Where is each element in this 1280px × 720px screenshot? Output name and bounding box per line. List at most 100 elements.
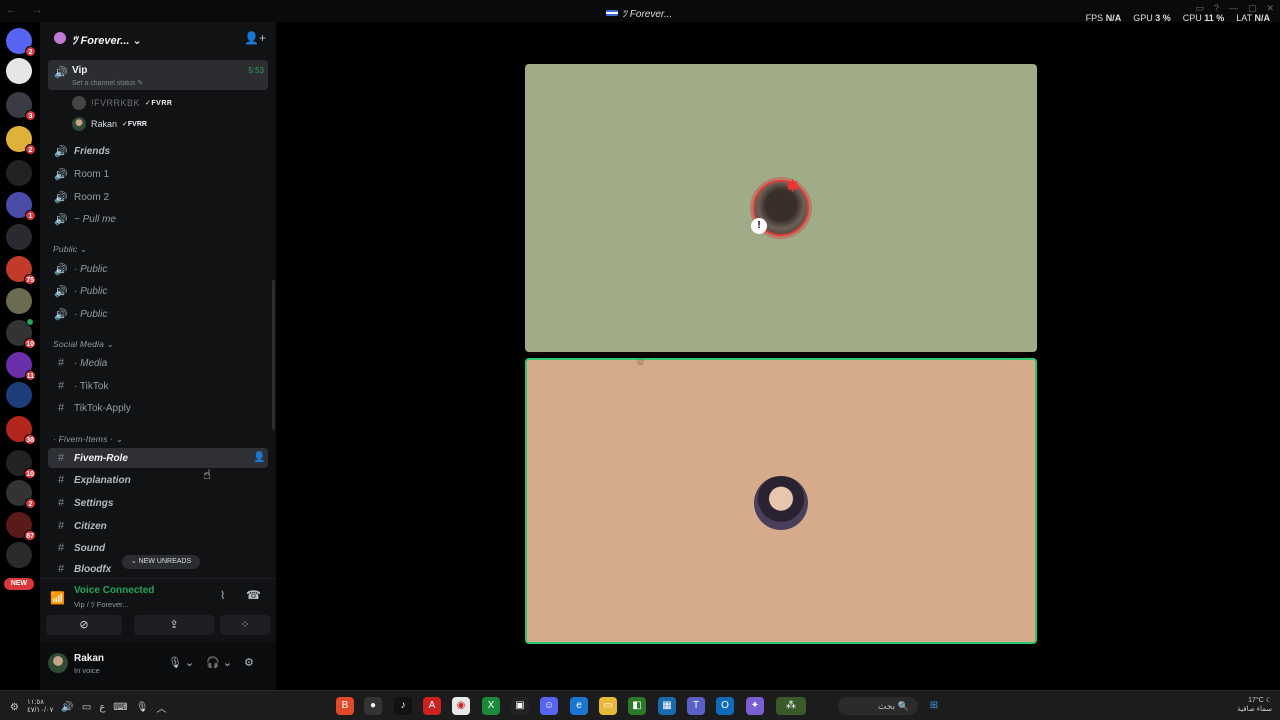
category-social-media[interactable]: Social Media ⌄ xyxy=(53,339,114,350)
guild-name: ﾂ Forever... ⌄ xyxy=(72,35,142,47)
voice-channel-public[interactable]: 🔊 · Public xyxy=(48,304,268,324)
server-icon[interactable]: 2 xyxy=(6,126,36,155)
brave-icon[interactable]: B xyxy=(336,697,354,715)
participant-tile-speaking[interactable]: ◎ xyxy=(525,357,1037,644)
hash-icon: # xyxy=(57,474,65,486)
microphone-icon[interactable]: 🎙 ⌄ xyxy=(168,656,194,669)
clock[interactable]: ١١:٥٨ ٤٧/١٠/٠٧ xyxy=(27,699,53,715)
edge-icon[interactable]: e xyxy=(570,697,588,715)
guild-header[interactable]: ﾂ Forever... ⌄ 👤+ xyxy=(40,22,276,56)
app-icon[interactable]: ● xyxy=(364,697,382,715)
outlook-icon[interactable]: O xyxy=(716,697,734,715)
back-forward-arrows[interactable]: ← → xyxy=(6,4,49,16)
teams-icon[interactable]: T xyxy=(687,697,705,715)
capcut-icon[interactable]: ▣ xyxy=(511,697,529,715)
volume-icon[interactable]: 🔊 xyxy=(61,702,73,713)
server-icon[interactable] xyxy=(6,542,32,568)
server-icon[interactable]: 38 xyxy=(6,416,36,445)
user-panel: Rakan In voice 🎙 ⌄ 🎧 ⌄ ⚙ xyxy=(40,642,276,690)
server-icon[interactable]: 75 xyxy=(6,256,36,285)
server-icon[interactable] xyxy=(6,224,32,250)
noise-suppression-icon[interactable]: ⌇ xyxy=(220,589,225,602)
server-icon[interactable] xyxy=(6,58,32,84)
server-icon[interactable] xyxy=(6,160,32,186)
server-icon[interactable]: 1 xyxy=(6,192,36,221)
server-icon[interactable]: 10 xyxy=(6,318,36,349)
hash-icon: # xyxy=(57,542,65,554)
voice-channel-friends[interactable]: 🔊 Friends xyxy=(48,141,268,161)
guild-icon xyxy=(54,32,66,44)
invite-people-icon[interactable]: 👤+ xyxy=(244,31,266,45)
avatar[interactable] xyxy=(48,653,68,673)
text-channel-tiktok-apply[interactable]: # TikTok-Apply xyxy=(48,398,268,418)
keyboard-icon[interactable]: ⌨ xyxy=(113,702,127,713)
hash-icon: # xyxy=(57,402,65,414)
discord-icon[interactable]: ☺ xyxy=(540,697,558,715)
server-icon[interactable]: 10 xyxy=(6,450,36,479)
file-explorer-icon[interactable]: ▭ xyxy=(599,697,617,715)
voice-channel-vip[interactable]: 🔊 Vip 5:53 Set a channel status ✎ xyxy=(48,60,268,90)
microphone-icon[interactable]: 🎙 xyxy=(136,702,149,713)
voice-channel-room-2[interactable]: 🔊 Room 2 xyxy=(48,187,268,207)
channel-sidebar: ﾂ Forever... ⌄ 👤+ 🔊 Vip 5:53 Set a chann… xyxy=(40,22,276,690)
signal-icon[interactable]: 📶 xyxy=(50,591,65,605)
category-public[interactable]: Public ⌄ xyxy=(53,244,87,255)
taskbar-search[interactable]: بحث 🔍 xyxy=(838,697,918,715)
speaker-icon: 🔊 xyxy=(54,263,68,276)
xbox-icon[interactable]: X xyxy=(482,697,500,715)
text-channel-settings[interactable]: # Settings xyxy=(48,493,268,513)
server-icon[interactable]: 3 xyxy=(6,92,36,121)
language-icon[interactable]: ع xyxy=(99,702,105,713)
copilot-icon[interactable]: ✦ xyxy=(746,697,764,715)
server-icon[interactable]: 11 xyxy=(6,352,36,381)
chrome-icon[interactable]: ◉ xyxy=(452,697,470,715)
new-indicator-pill[interactable]: NEW xyxy=(4,578,34,590)
network-icon[interactable]: ▭ xyxy=(82,702,91,713)
text-channel-explanation[interactable]: # Explanation xyxy=(48,470,268,490)
server-icon[interactable]: 2 xyxy=(6,480,36,509)
deafened-icon: ! xyxy=(751,218,767,234)
voice-channel-room-1[interactable]: 🔊 Room 1 xyxy=(48,164,268,184)
text-channel-fivem-role[interactable]: # Fivem-Role xyxy=(48,448,268,468)
category-fivem-items[interactable]: · Fivem-Items · ⌄ xyxy=(53,434,123,445)
participant-tile[interactable]: ✸ ! xyxy=(525,64,1037,352)
text-channel-tiktok[interactable]: # · TikTok xyxy=(48,376,268,396)
username[interactable]: Rakan xyxy=(74,653,104,664)
headphones-icon[interactable]: 🎧 ⌄ xyxy=(206,656,232,669)
tiktok-icon[interactable]: ♪ xyxy=(394,697,412,715)
store-icon[interactable]: ▦ xyxy=(658,697,676,715)
text-channel-citizen[interactable]: # Citizen xyxy=(48,516,268,536)
text-channel-media[interactable]: # · Media xyxy=(48,353,268,373)
voice-user[interactable]: Rakan ✓FVRR xyxy=(72,115,147,133)
create-invite-icon[interactable]: 👤 xyxy=(253,452,265,463)
channel-status[interactable]: Set a channel status ✎ xyxy=(72,79,143,87)
settings-icon[interactable]: ⚙ xyxy=(10,702,19,713)
settings-gear-icon[interactable]: ⚙ xyxy=(244,656,254,669)
voice-user[interactable]: !FVRRKBK ✓FVRR xyxy=(72,94,172,112)
voice-status[interactable]: Voice Connected xyxy=(74,585,154,596)
window-title: ﾂ Forever... xyxy=(606,5,672,20)
server-icon[interactable]: 87 xyxy=(6,512,36,541)
voice-channel-pull-me[interactable]: 🔊 ~ Pull me xyxy=(48,209,268,229)
sidebar-scrollbar[interactable] xyxy=(272,280,275,430)
new-unreads-pill[interactable]: ⌄ NEW UNREADS xyxy=(122,555,200,569)
voice-channel-public[interactable]: 🔊 · Public xyxy=(48,259,268,279)
server-icon[interactable] xyxy=(6,288,32,314)
chevron-up-icon[interactable]: ︿ xyxy=(156,700,166,715)
voice-connection-panel: 📶 Voice Connected Vip / ﾂ Forever... ⌇ ☎… xyxy=(40,578,276,638)
direct-messages-icon[interactable]: 2 xyxy=(6,28,36,57)
voice-location[interactable]: Vip / ﾂ Forever... xyxy=(74,599,128,610)
voice-channel-public[interactable]: 🔊 · Public xyxy=(48,281,268,301)
acrobat-icon[interactable]: A xyxy=(423,697,441,715)
flag-icon xyxy=(606,9,618,16)
weather-widget[interactable]: 17°C ☾ سماء صافية xyxy=(1237,696,1272,714)
windows-start-icon[interactable]: ⊞ xyxy=(925,697,943,715)
camera-off-button[interactable]: ⊘ xyxy=(46,615,122,635)
hash-icon: # xyxy=(57,563,65,575)
pin-icon[interactable]: ◎ xyxy=(637,357,644,366)
nvidia-icon[interactable]: ◧ xyxy=(628,697,646,715)
disconnect-icon[interactable]: ☎ xyxy=(246,588,261,602)
screen-share-button[interactable]: ⇪ xyxy=(134,615,214,635)
server-icon[interactable] xyxy=(6,382,32,408)
activities-button[interactable]: ⁘ xyxy=(220,615,270,635)
